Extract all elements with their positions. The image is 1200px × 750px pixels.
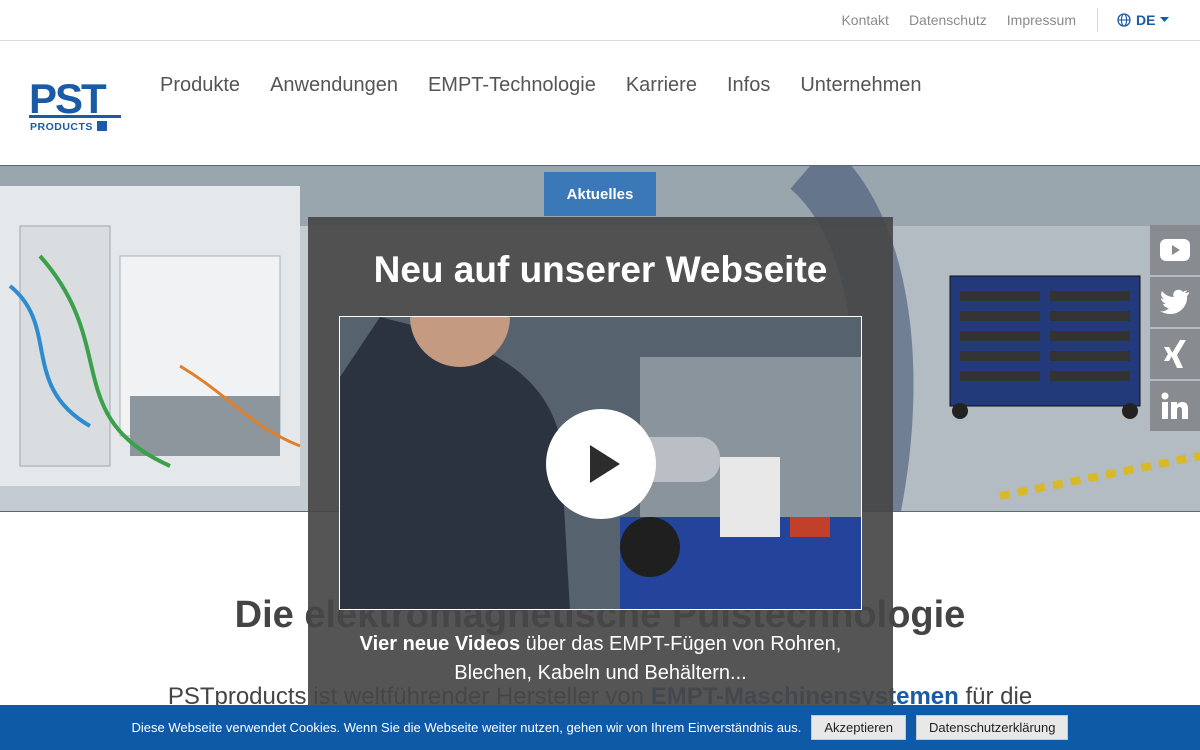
youtube-icon (1160, 239, 1190, 261)
nav-empt-technologie[interactable]: EMPT-Technologie (428, 74, 596, 97)
modal-description-bold: Vier neue Videos (359, 633, 521, 655)
cookie-privacy-button[interactable]: Datenschutzerklärung (916, 715, 1069, 740)
cookie-accept-button[interactable]: Akzeptieren (811, 715, 907, 740)
link-datenschutz[interactable]: Datenschutz (909, 12, 987, 28)
link-kontakt[interactable]: Kontakt (841, 12, 888, 28)
xing-icon (1164, 340, 1186, 368)
nav-unternehmen[interactable]: Unternehmen (800, 74, 921, 97)
cookie-message: Diese Webseite verwendet Cookies. Wenn S… (131, 720, 802, 735)
language-label: DE (1136, 12, 1156, 28)
main-nav: Produkte Anwendungen EMPT-Technologie Ka… (160, 74, 922, 97)
pst-products-logo[interactable]: PST PRODUCTS (29, 76, 121, 132)
play-icon (590, 445, 620, 483)
main-header: PST PRODUCTS Produkte Anwendungen EMPT-T… (0, 41, 1200, 165)
xing-button[interactable] (1150, 329, 1200, 379)
nav-produkte[interactable]: Produkte (160, 74, 240, 97)
modal-title: Neu auf unserer Webseite (373, 249, 828, 290)
svg-text:PRODUCTS: PRODUCTS (30, 121, 93, 132)
video-player[interactable] (339, 316, 862, 610)
language-selector[interactable]: DE (1117, 0, 1170, 40)
top-links: Kontakt Datenschutz Impressum (841, 0, 1076, 40)
twitter-icon (1160, 289, 1189, 315)
youtube-button[interactable] (1150, 225, 1200, 275)
cookie-bar: Diese Webseite verwendet Cookies. Wenn S… (0, 705, 1200, 750)
twitter-button[interactable] (1150, 277, 1200, 327)
modal-description: Vier neue Videos über das EMPT-Fügen von… (328, 630, 873, 688)
news-modal: Neu auf unserer Webseite Vier neue Video… (308, 217, 893, 750)
topbar-divider (1097, 8, 1098, 32)
nav-anwendungen[interactable]: Anwendungen (270, 74, 398, 97)
caret-down-icon (1160, 17, 1170, 22)
top-utility-bar: Kontakt Datenschutz Impressum DE (0, 0, 1200, 41)
linkedin-button[interactable] (1150, 381, 1200, 431)
social-sidebar (1150, 225, 1200, 433)
globe-icon (1117, 13, 1131, 27)
link-impressum[interactable]: Impressum (1007, 12, 1076, 28)
play-button[interactable] (546, 409, 656, 519)
aktuelles-badge[interactable]: Aktuelles (544, 172, 656, 216)
nav-infos[interactable]: Infos (727, 74, 770, 97)
linkedin-icon (1161, 392, 1188, 419)
nav-karriere[interactable]: Karriere (626, 74, 697, 97)
